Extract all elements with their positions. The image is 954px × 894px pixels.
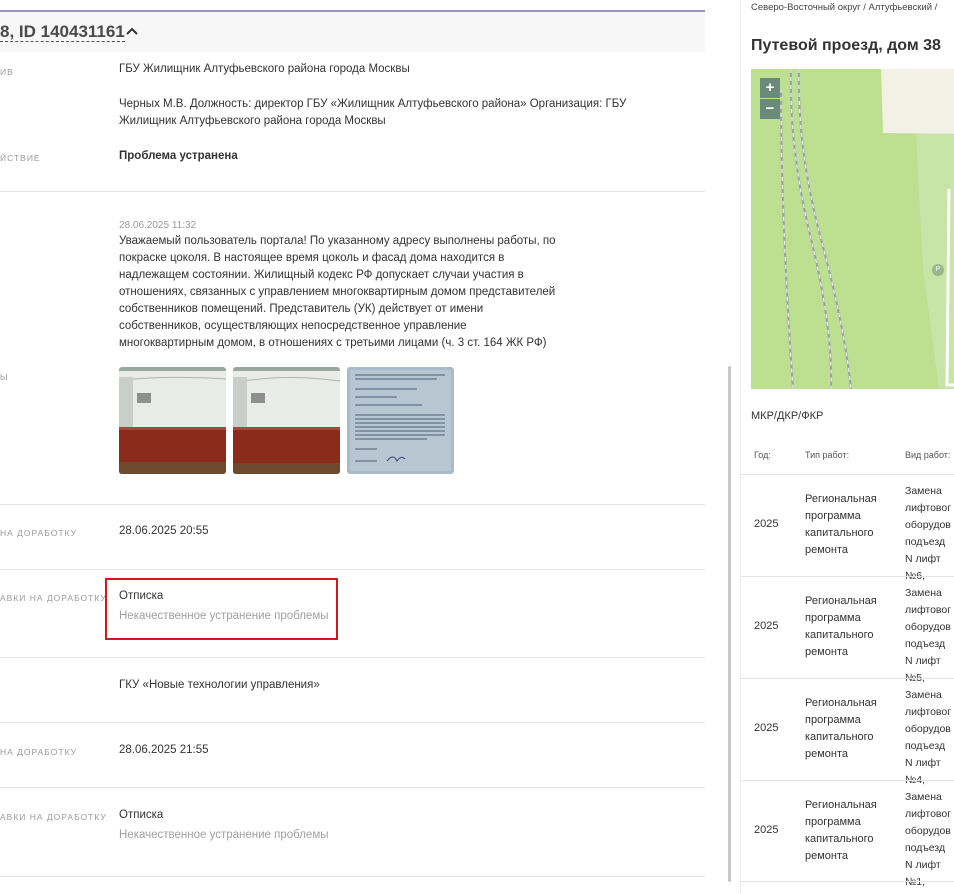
action-value: Проблема устранена [119,150,238,162]
map[interactable]: + − P [751,69,954,389]
answer-text: Уважаемый пользователь портала! По указа… [119,235,556,349]
table-row-year: 2025 [754,824,779,836]
return-date2-value: 28.06.2025 21:55 [119,744,209,756]
year-column-header: Год: [754,450,771,460]
table-row-type: Региональная программа капитального ремо… [805,595,877,658]
parking-marker-icon[interactable]: P [932,264,944,276]
zoom-out-button[interactable]: − [760,99,780,119]
divider [741,881,954,882]
scrollbar[interactable] [728,366,731,882]
photo-thumbnail[interactable] [233,367,340,474]
divider [0,504,705,505]
table-row-kind: Замена лифтовог оборудов подъезд N лифт … [905,689,952,786]
table-row-year: 2025 [754,518,779,530]
executor-person: Черных М.В. Должность: директор ГБУ «Жил… [119,98,627,127]
divider [0,787,705,788]
divider [0,569,705,570]
photo-thumbnail[interactable] [347,367,454,474]
address-title: Путевой проезд, дом 38 [751,37,941,54]
map-canvas [751,69,954,389]
divider [0,722,705,723]
request-details-panel: 8, ID 140431161 ИВ ГБУ Жилищник Алтуфьев… [0,0,705,894]
repairs-section-title: МКР/ДКР/ФКР [751,410,824,422]
executor-label: ИВ [0,67,14,77]
divider [741,576,954,577]
table-row-type: Региональная программа капитального ремо… [805,493,877,556]
return-reason2-sub: Некачественное устранение проблемы [119,829,329,841]
return-date-value: 28.06.2025 20:55 [119,525,209,537]
divider [741,780,954,781]
kind-column-header: Вид работ: [905,450,951,460]
org-value: ГКУ «Новые технологии управления» [119,679,320,691]
divider [0,191,705,192]
table-row-year: 2025 [754,620,779,632]
highlight-box [105,578,338,640]
answer-date: 28.06.2025 11:32 [119,220,197,231]
return-reason2-value: Отписка [119,809,164,821]
return-reason2-label: АВКИ НА ДОРАБОТКУ [0,812,107,822]
table-row-year: 2025 [754,722,779,734]
executor-org: ГБУ Жилищник Алтуфьевского района города… [119,63,410,75]
photo-thumbnail[interactable] [119,367,226,474]
divider [741,474,954,475]
return-date2-label: НА ДОРАБОТКУ [0,747,78,757]
request-id-title[interactable]: 8, ID 140431161 [0,22,125,42]
table-row-kind: Замена лифтовог оборудов подъезд N лифт … [905,485,952,582]
photos-label: Ы [0,372,9,382]
chevron-up-icon[interactable] [125,23,139,39]
divider [0,876,705,877]
return-reason-label: АВКИ НА ДОРАБОТКУ [0,593,107,603]
table-row-kind: Замена лифтовог оборудов подъезд N лифт … [905,587,952,684]
divider [0,657,705,658]
divider [741,678,954,679]
return-date-label: НА ДОРАБОТКУ [0,528,78,538]
action-label: ЙСТВИЕ [0,153,41,163]
table-row-type: Региональная программа капитального ремо… [805,799,877,862]
address-info-panel: Северо-Восточный округ / Алтуфьевский / … [740,0,954,894]
table-row-kind: Замена лифтовог оборудов подъезд N лифт … [905,791,952,888]
type-column-header: Тип работ: [805,450,850,460]
zoom-in-button[interactable]: + [760,78,780,98]
table-row-type: Региональная программа капитального ремо… [805,697,877,760]
breadcrumb[interactable]: Северо-Восточный округ / Алтуфьевский / [751,2,937,13]
